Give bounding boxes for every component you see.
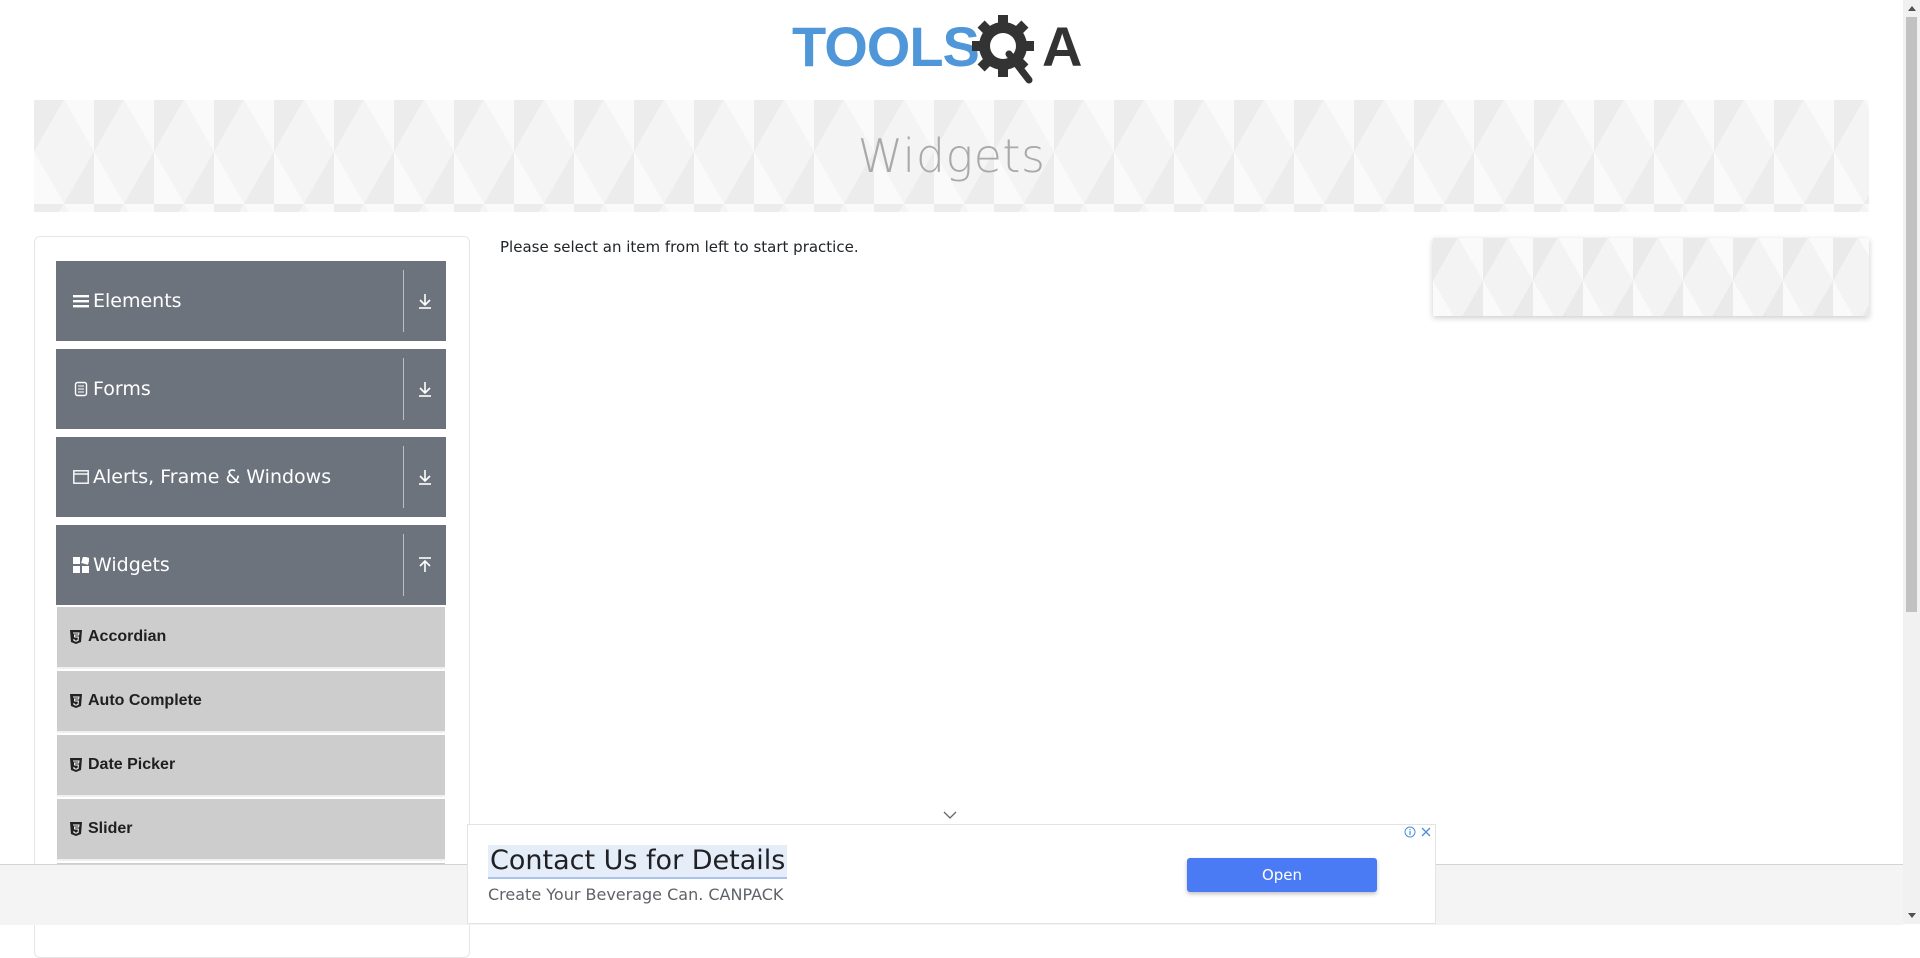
sidebar-item-label: Date Picker: [88, 756, 176, 773]
sidebar-item-label: Auto Complete: [88, 692, 202, 709]
sidebar-group-forms[interactable]: Forms: [56, 349, 446, 429]
widgets-icon: [73, 557, 89, 573]
sidebar-item-slider[interactable]: Slider: [57, 799, 445, 861]
sidebar-item-label: Accordian: [88, 628, 167, 645]
sidebar-group-elements[interactable]: Elements: [56, 261, 446, 341]
logo-brand: A: [1042, 15, 1082, 78]
download-icon[interactable]: [404, 468, 446, 486]
right-ad-banner[interactable]: [1433, 238, 1869, 316]
scroll-up-icon[interactable]: [1903, 0, 1920, 17]
close-icon[interactable]: [1419, 825, 1433, 839]
scroll-down-icon[interactable]: [1903, 907, 1920, 924]
ad-subtitle[interactable]: Create Your Beverage Can. CANPACK: [488, 885, 783, 904]
sidebar-item-auto-complete[interactable]: Auto Complete: [57, 671, 445, 733]
logo-graphic: TOOLS A: [792, 15, 1082, 84]
bottom-ad[interactable]: Contact Us for Details Create Your Bever…: [467, 824, 1436, 924]
window-icon: [73, 469, 89, 485]
page-title: Widgets: [857, 129, 1046, 183]
logo-text: TOOLS: [792, 15, 979, 78]
upload-icon[interactable]: [404, 556, 446, 574]
download-icon[interactable]: [404, 292, 446, 310]
page-banner: Widgets: [34, 100, 1869, 212]
ad-title[interactable]: Contact Us for Details: [488, 845, 788, 879]
sidebar: Elements Forms Alerts, Frame & Windows W…: [34, 236, 470, 958]
download-icon[interactable]: [404, 380, 446, 398]
hamburger-icon: [73, 293, 89, 309]
html5-icon: [70, 758, 82, 772]
form-icon: [73, 381, 89, 397]
html5-icon: [70, 630, 82, 644]
sidebar-item-label: Slider: [88, 820, 133, 837]
chevron-down-icon[interactable]: [940, 806, 960, 824]
vertical-scrollbar[interactable]: [1903, 0, 1920, 924]
toolsqa-logo[interactable]: TOOLS A: [790, 14, 1116, 90]
sidebar-item-date-picker[interactable]: Date Picker: [57, 735, 445, 797]
scrollbar-thumb[interactable]: [1906, 17, 1917, 612]
sidebar-group-label: Widgets: [93, 554, 170, 576]
ad-open-button[interactable]: Open: [1187, 858, 1377, 892]
info-icon[interactable]: [1403, 825, 1417, 839]
gear-icon: [972, 15, 1034, 84]
sidebar-group-label: Alerts, Frame & Windows: [93, 466, 332, 488]
sidebar-group-alerts[interactable]: Alerts, Frame & Windows: [56, 437, 446, 517]
main-message: Please select an item from left to start…: [500, 238, 859, 256]
html5-icon: [70, 694, 82, 708]
sidebar-group-label: Elements: [93, 290, 182, 312]
sidebar-group-widgets[interactable]: Widgets: [56, 525, 446, 605]
sidebar-group-label: Forms: [93, 378, 151, 400]
html5-icon: [70, 822, 82, 836]
sidebar-item-accordian[interactable]: Accordian: [57, 607, 445, 669]
